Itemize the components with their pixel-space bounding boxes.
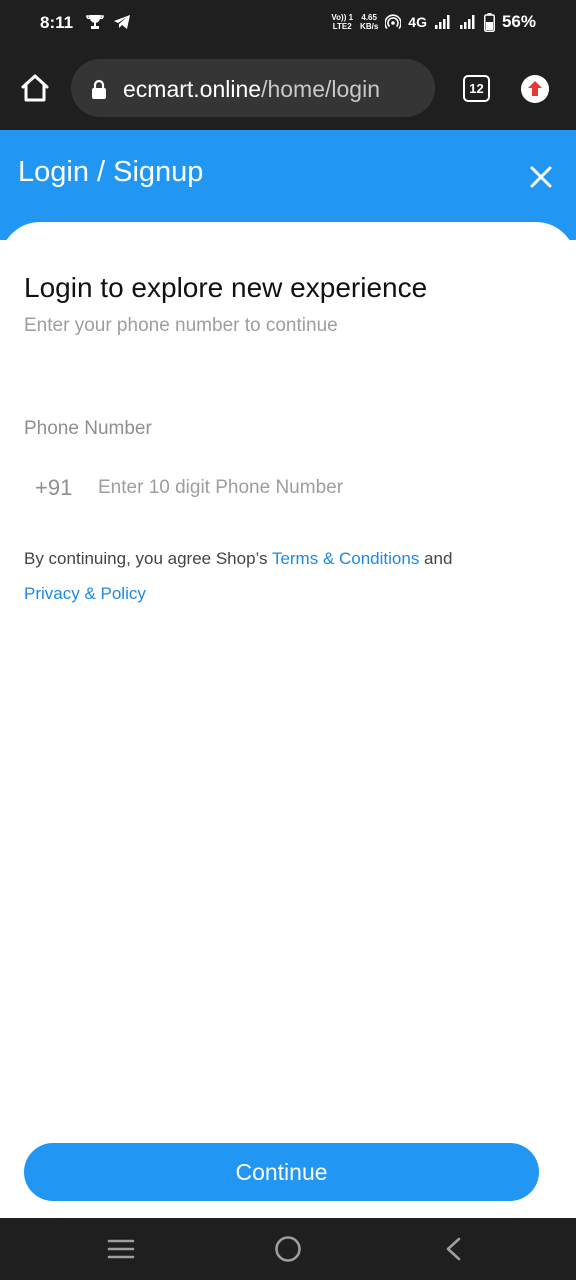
address-bar[interactable]: ecmart.online/home/login — [71, 59, 435, 117]
status-time: 8:11 — [40, 13, 74, 32]
phone-number-input[interactable] — [98, 470, 538, 506]
privacy-line: Privacy & Policy — [24, 584, 146, 604]
country-code: +91 — [35, 475, 73, 500]
hotspot-icon — [385, 14, 402, 30]
browser-toolbar: ecmart.online/home/login 12 — [0, 46, 576, 130]
battery-percentage: 56% — [501, 12, 536, 31]
terms-text: By continuing, you agree Shop’s Terms & … — [24, 549, 452, 569]
close-icon[interactable] — [526, 162, 556, 192]
back-icon[interactable] — [442, 1236, 466, 1262]
telegram-icon — [114, 15, 130, 29]
continue-button[interactable]: Continue — [24, 1143, 539, 1201]
phone-number-label: Phone Number — [24, 418, 152, 439]
login-subheading: Enter your phone number to continue — [24, 315, 338, 336]
url-path: /home/login — [261, 76, 380, 102]
status-bar: 8:11 Vo)) 1 LTE2 4.65 KB/s 4G 56% — [0, 0, 576, 46]
update-icon[interactable] — [521, 75, 549, 103]
url-text[interactable]: ecmart.online/home/login — [123, 76, 380, 103]
system-indicators: Vo)) 1 LTE2 4.65 KB/s 4G 56% — [331, 12, 536, 32]
notification-icons — [86, 13, 131, 31]
lock-icon — [92, 79, 106, 99]
signal-icon — [459, 15, 475, 29]
trophy-icon — [86, 15, 104, 29]
tabs-button[interactable]: 12 — [463, 75, 490, 102]
login-heading: Login to explore new experience — [24, 272, 428, 303]
url-domain: ecmart.online — [123, 76, 262, 102]
terms-and: and — [419, 549, 453, 568]
circle-home-icon[interactable] — [274, 1235, 302, 1263]
signal-icon — [434, 15, 450, 29]
tab-count: 12 — [469, 81, 484, 96]
battery-icon — [483, 12, 495, 32]
menu-icon[interactable] — [107, 1238, 135, 1260]
terms-conditions-link[interactable]: Terms & Conditions — [272, 549, 419, 568]
page-title: Login / Signup — [18, 156, 204, 188]
home-icon[interactable] — [18, 71, 52, 105]
volte-indicator: Vo)) 1 LTE2 — [331, 13, 354, 31]
login-sheet: Login to explore new experience Enter yo… — [0, 222, 576, 1218]
network-type: 4G — [408, 14, 427, 30]
network-speed: 4.65 KB/s — [360, 13, 379, 31]
privacy-policy-link[interactable]: Privacy & Policy — [24, 584, 146, 603]
system-navigation-bar — [0, 1218, 576, 1280]
terms-prefix: By continuing, you agree Shop’s — [24, 549, 272, 568]
